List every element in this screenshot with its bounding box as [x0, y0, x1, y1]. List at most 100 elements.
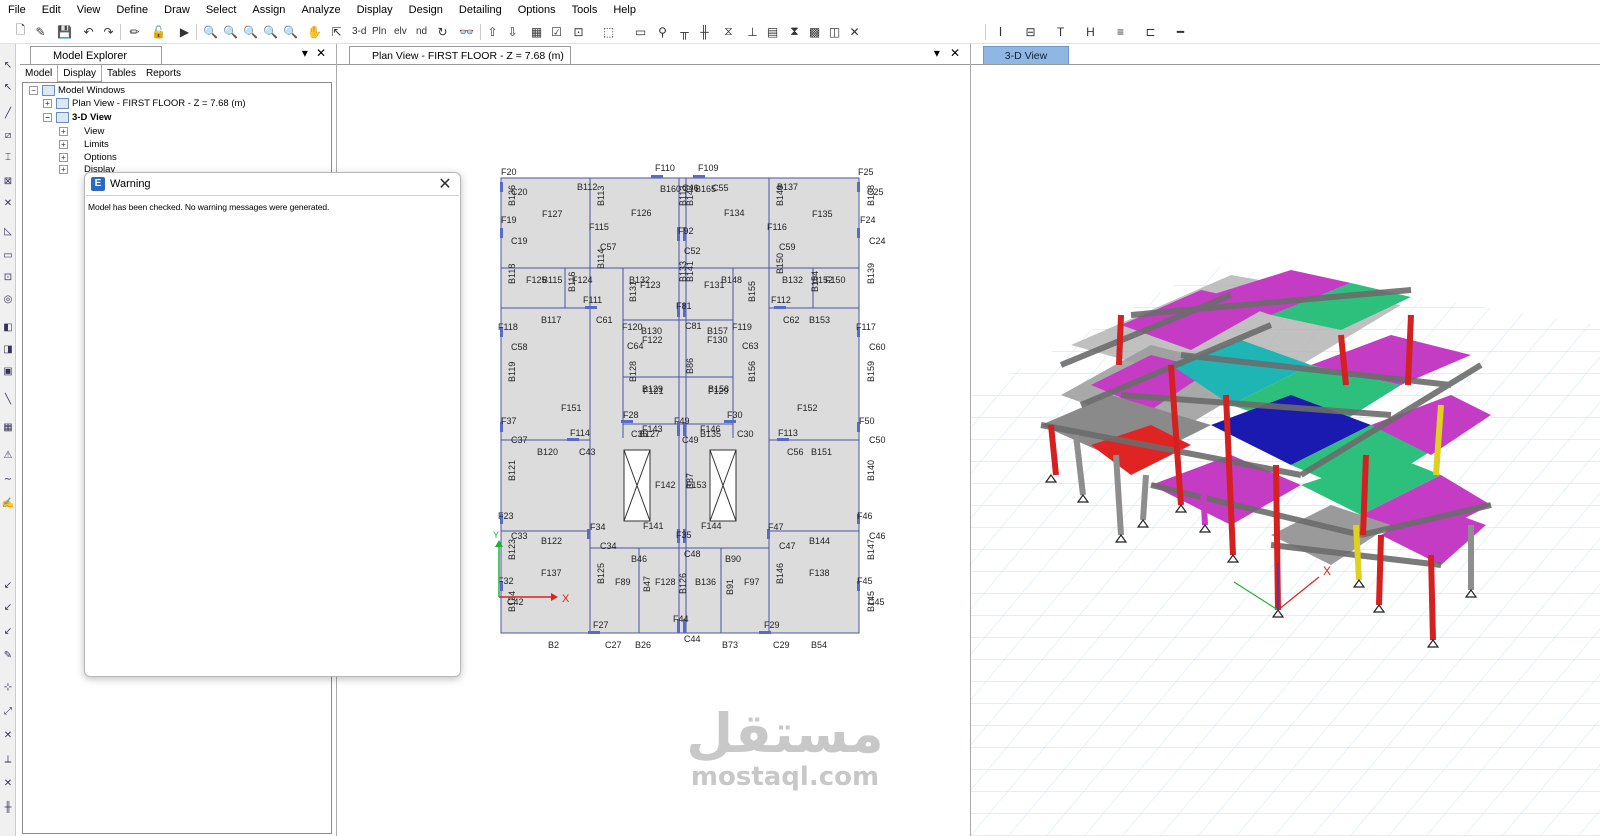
tree-node-limits[interactable]: + Limits [59, 138, 109, 151]
tree-node-plan-view[interactable]: + Plan View - FIRST FLOOR - Z = 7.68 (m) [43, 97, 246, 110]
menu-detailing[interactable]: Detailing [451, 0, 510, 20]
zoom-full-icon[interactable]: 🔍 [242, 23, 259, 40]
checkbox-icon[interactable]: ☑ [548, 23, 565, 40]
close-icon[interactable]: ✕ [316, 46, 326, 60]
snap-grid-icon[interactable]: ╫ [1, 800, 15, 814]
rebar-icon[interactable]: ≡ [1112, 23, 1129, 40]
select-prev-icon[interactable]: ↙ [1, 600, 15, 614]
select-arrow-icon[interactable]: ↖ [1, 58, 15, 72]
draw-rect-icon[interactable]: ▭ [1, 248, 15, 262]
clear-selection-icon[interactable]: ↙ [1, 624, 15, 638]
menu-assign[interactable]: Assign [244, 0, 293, 20]
undo-icon[interactable]: ↶ [80, 23, 97, 40]
pointer-icon[interactable]: ⇱ [328, 23, 345, 40]
zoom-window-icon[interactable]: 🔍 [202, 23, 219, 40]
beam-icon[interactable]: ╥ [676, 23, 693, 40]
snap-end-icon[interactable]: ⊹ [1, 680, 15, 694]
expand-icon[interactable]: + [59, 127, 68, 136]
rectangle-icon[interactable]: ▭ [632, 23, 649, 40]
plan-view-button[interactable]: Pln [372, 23, 386, 40]
menu-view[interactable]: View [69, 0, 109, 20]
menu-tools[interactable]: Tools [564, 0, 606, 20]
zoom-in-icon[interactable]: 🔍 [262, 23, 279, 40]
open-file-icon[interactable]: ✎ [32, 23, 49, 40]
expand-icon[interactable]: + [43, 99, 52, 108]
draw-tendon-icon[interactable]: ╲ [1, 392, 15, 406]
save-icon[interactable]: 💾 [56, 23, 73, 40]
frame-icon[interactable]: ⊡ [570, 23, 587, 40]
pan-icon[interactable]: ✋ [306, 23, 323, 40]
run-analysis-icon[interactable]: ▶ [176, 23, 193, 40]
section-h-icon[interactable]: H [1082, 23, 1099, 40]
menu-help[interactable]: Help [605, 0, 644, 20]
3d-view-tab[interactable]: 3-D View [983, 46, 1069, 64]
column-icon[interactable]: ╫ [696, 23, 713, 40]
snap-perp-icon[interactable]: ⟂ [1, 752, 15, 766]
close-icon[interactable]: ✕ [436, 174, 454, 194]
view-3d-button[interactable]: 3-d [352, 23, 366, 40]
opening-icon[interactable]: ◫ [826, 23, 843, 40]
draw-beam-icon[interactable]: ⧄ [1, 128, 15, 142]
expand-icon[interactable]: + [59, 140, 68, 149]
section-i-icon[interactable]: Ⅰ [992, 23, 1009, 40]
draw-cross-icon[interactable]: ✕ [1, 196, 15, 210]
brace-icon[interactable]: ⧖ [720, 23, 737, 40]
zoom-restore-icon[interactable]: 🔍 [222, 23, 239, 40]
menu-draw[interactable]: Draw [156, 0, 198, 20]
draw-opening-icon[interactable]: ◨ [1, 342, 15, 356]
select-all-icon[interactable]: ↙ [1, 578, 15, 592]
menu-edit[interactable]: Edit [34, 0, 69, 20]
new-file-icon[interactable]: 🗋 [12, 23, 29, 40]
slab-icon[interactable]: ▩ [806, 23, 823, 40]
menu-display[interactable]: Display [349, 0, 401, 20]
expand-icon[interactable]: + [59, 153, 68, 162]
redo-icon[interactable]: ↷ [100, 23, 117, 40]
move-up-icon[interactable]: ⇧ [484, 23, 501, 40]
box-icon[interactable]: ⬚ [600, 23, 617, 40]
pin-dropdown-icon[interactable]: ▾ [302, 46, 308, 60]
grid-icon[interactable]: ▦ [528, 23, 545, 40]
move-down-icon[interactable]: ⇩ [504, 23, 521, 40]
load-icon[interactable]: ⊥ [744, 23, 761, 40]
snap-point-icon[interactable]: ✎ [1, 648, 15, 662]
tree-node-3d-view[interactable]: −3-D View [43, 111, 111, 124]
wall-icon[interactable]: ▤ [764, 23, 781, 40]
ramp-icon[interactable]: ⧗ [786, 23, 803, 40]
pencil-icon[interactable]: ✏ [126, 23, 143, 40]
support-icon[interactable]: ⚲ [654, 23, 671, 40]
elevation-view-button[interactable]: elv [394, 23, 407, 40]
section-box-icon[interactable]: ⊟ [1022, 23, 1039, 40]
draw-wave-icon[interactable]: ∼ [1, 472, 15, 486]
snap-line-icon[interactable]: ✕ [1, 776, 15, 790]
draw-wall-icon[interactable]: ◧ [1, 320, 15, 334]
draw-point-icon[interactable]: ⊡ [1, 270, 15, 284]
3d-model-canvas[interactable]: X [971, 65, 1600, 836]
tree-node-model-windows[interactable]: − Model Windows [29, 84, 125, 97]
menu-file[interactable]: File [0, 0, 34, 20]
menu-define[interactable]: Define [108, 0, 156, 20]
collapse-icon[interactable]: − [29, 86, 38, 95]
draw-brace-icon[interactable]: ⊠ [1, 174, 15, 188]
collapse-icon[interactable]: − [43, 113, 52, 122]
draw-column-icon[interactable]: ⌶ [1, 150, 15, 164]
draw-grid-icon[interactable]: ▦ [1, 420, 15, 434]
snap-middle-icon[interactable]: ⤢ [1, 704, 15, 718]
draw-dimension-icon[interactable]: ✍ [1, 496, 15, 510]
channel-icon[interactable]: ⊏ [1142, 23, 1159, 40]
tab-display[interactable]: Display [57, 65, 103, 82]
draw-line-icon[interactable]: ╱ [1, 106, 15, 120]
snap-intersect-icon[interactable]: ✕ [1, 728, 15, 742]
menu-options[interactable]: Options [510, 0, 564, 20]
rotate-icon[interactable]: ↻ [434, 23, 451, 40]
tree-node-view[interactable]: + View [59, 125, 104, 138]
zoom-out-icon[interactable]: 🔍 [282, 23, 299, 40]
section-t-icon[interactable]: T [1052, 23, 1069, 40]
dimension-icon[interactable]: ✕ [846, 23, 863, 40]
line-icon[interactable]: ━ [1172, 23, 1189, 40]
tab-reports[interactable]: Reports [141, 65, 186, 82]
menu-analyze[interactable]: Analyze [293, 0, 348, 20]
tab-model[interactable]: Model [20, 65, 57, 82]
warning-message-area[interactable]: Model has been checked. No warning messa… [86, 195, 459, 673]
reshape-icon[interactable]: ↖ [1, 80, 15, 94]
menu-select[interactable]: Select [198, 0, 245, 20]
